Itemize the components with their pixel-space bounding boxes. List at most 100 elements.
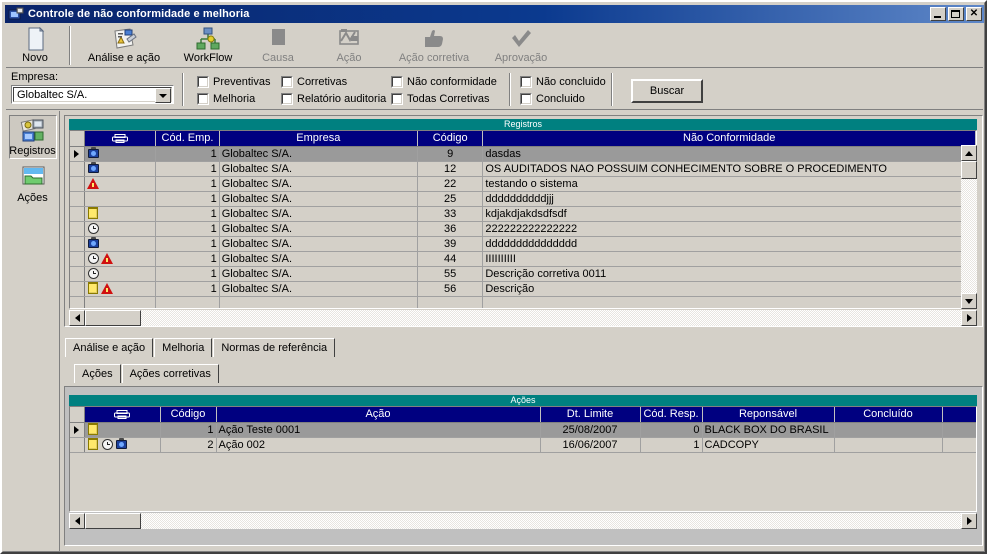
checkbox-nao-concluido[interactable]: Não concluido (520, 74, 606, 89)
sidebar-item-label: Registros (9, 145, 56, 157)
cell-cod-emp: 1 (155, 161, 220, 177)
col-acao[interactable]: Ação (216, 407, 541, 423)
tab-acoes[interactable]: Ações (74, 364, 121, 383)
checkbox-nao-conformidade[interactable]: Não conformidade (391, 74, 497, 89)
sidebar-item-acoes[interactable]: Ações (9, 163, 57, 205)
toolbar-button-novo[interactable]: Novo (6, 24, 64, 67)
table-row[interactable]: 1 Globaltec S/A. 9 dasdas (70, 146, 976, 162)
row-indicator (70, 422, 85, 438)
cell-empty (417, 296, 484, 308)
table-row[interactable]: 1 Globaltec S/A. 55 Descrição corretiva … (70, 266, 976, 282)
checkbox-label: Concluido (536, 92, 585, 105)
checkbox-label: Melhoria (213, 92, 256, 105)
titlebar[interactable]: Controle de não conformidade e melhoria … (5, 5, 984, 23)
table-row[interactable]: 2 Ação 002 16/06/2007 1 CADCOPY (70, 437, 976, 453)
scroll-left-button[interactable] (69, 513, 85, 529)
row-icons (84, 437, 161, 453)
cell-codigo: 22 (417, 176, 484, 192)
table-row[interactable]: 1 Ação Teste 0001 25/08/2007 0 BLACK BOX… (70, 422, 976, 438)
table-row[interactable]: 1 Globaltec S/A. 56 Descrição (70, 281, 976, 297)
checkbox-concluido[interactable]: Concluido (520, 91, 606, 106)
cell-empresa: Globaltec S/A. (219, 161, 418, 177)
tab-melhoria[interactable]: Melhoria (154, 338, 213, 357)
scroll-right-button[interactable] (961, 513, 977, 529)
col-nao-conformidade[interactable]: Não Conformidade (482, 131, 976, 147)
tab-analise-e-acao[interactable]: Análise e ação (65, 338, 154, 357)
registros-vertical-scrollbar[interactable] (961, 145, 977, 309)
checkbox-todas-corretivas[interactable]: Todas Corretivas (391, 91, 497, 106)
empresa-combobox[interactable]: Globaltec S/A. (11, 85, 174, 104)
camera-icon (87, 147, 100, 160)
scroll-right-button[interactable] (961, 310, 977, 326)
table-row[interactable]: 1 Globaltec S/A. 12 OS AUDITADOS NAO POS… (70, 161, 976, 177)
scroll-left-button[interactable] (69, 310, 85, 326)
col-codigo[interactable]: Código (160, 407, 217, 423)
scroll-track-horizontal[interactable] (141, 513, 961, 529)
cell-responsavel: BLACK BOX DO BRASIL (702, 422, 835, 438)
scroll-thumb-horizontal[interactable] (85, 310, 141, 326)
row-icons (84, 422, 161, 438)
scroll-down-button[interactable] (961, 293, 977, 309)
chevron-down-icon[interactable] (155, 88, 171, 103)
checkbox-corretivas[interactable]: Corretivas (281, 74, 386, 89)
toolbar-button-analise-e-acao[interactable]: Análise e ação (76, 24, 172, 67)
toolbar-button-aprovacao[interactable]: Aprovação (482, 24, 560, 67)
checkbox-preventivas[interactable]: Preventivas (197, 74, 270, 89)
note-icon (87, 438, 100, 451)
maximize-button[interactable] (948, 7, 964, 21)
printer-icon-header[interactable] (84, 131, 157, 147)
col-codigo[interactable]: Código (417, 131, 484, 147)
buscar-button[interactable]: Buscar (631, 79, 703, 103)
table-row[interactable]: 1 Globaltec S/A. 22 testando o sistema (70, 176, 976, 192)
checkbox-relatorio-auditoria[interactable]: Relatório auditoria (281, 91, 386, 106)
row-indicator (70, 296, 85, 308)
row-indicator (70, 176, 85, 192)
cell-concluido (834, 422, 943, 438)
col-concluido[interactable]: Concluído (834, 407, 943, 423)
cell-codigo: 56 (417, 281, 484, 297)
checkbox-melhoria[interactable]: Melhoria (197, 91, 270, 106)
cell-codigo: 9 (417, 146, 484, 162)
cell-nao-conformidade: ddddddddddddddd (482, 236, 976, 252)
cell-cod-emp: 1 (155, 191, 220, 207)
printer-icon-header[interactable] (84, 407, 161, 423)
col-responsavel[interactable]: Reponsável (702, 407, 835, 423)
col-empresa[interactable]: Empresa (219, 131, 418, 147)
row-selector-header (70, 407, 85, 423)
close-button[interactable]: ✕ (966, 7, 982, 21)
table-row[interactable]: 1 Globaltec S/A. 39 ddddddddddddddd (70, 236, 976, 252)
table-row[interactable]: 1 Globaltec S/A. 44 IIIIIIIIII (70, 251, 976, 267)
registros-header-row: Cód. Emp. Empresa Código Não Conformidad… (70, 131, 976, 147)
tab-normas-de-referencia[interactable]: Normas de referência (213, 338, 336, 357)
table-row[interactable]: 1 Globaltec S/A. 33 kdjakdjakdsdfsdf (70, 206, 976, 222)
cell-empresa: Globaltec S/A. (219, 251, 418, 267)
scroll-thumb-vertical[interactable] (961, 161, 977, 179)
row-indicator (70, 221, 85, 237)
registros-grid[interactable]: Cód. Emp. Empresa Código Não Conformidad… (69, 130, 977, 309)
cell-codigo: 2 (160, 437, 217, 453)
table-row[interactable]: 1 Globaltec S/A. 25 ddddddddddjjj (70, 191, 976, 207)
scroll-up-button[interactable] (961, 145, 977, 161)
scroll-track-vertical[interactable] (961, 179, 977, 293)
sidebar-item-registros[interactable]: Registros (8, 115, 57, 159)
table-row[interactable]: 1 Globaltec S/A. 36 222222222222222 (70, 221, 976, 237)
scroll-thumb-horizontal[interactable] (85, 513, 141, 529)
minimize-button[interactable] (930, 7, 946, 21)
toolbar-button-workflow[interactable]: WorkFlow (172, 24, 244, 67)
col-cod-emp[interactable]: Cód. Emp. (155, 131, 220, 147)
toolbar-button-acao[interactable]: Ação (312, 24, 386, 67)
registros-horizontal-scrollbar[interactable] (69, 310, 977, 326)
scroll-track-horizontal[interactable] (141, 310, 961, 326)
tab-acoes-corretivas[interactable]: Ações corretivas (121, 364, 219, 383)
toolbar-button-acao-corretiva[interactable]: Ação corretiva (386, 24, 482, 67)
col-dt-limite[interactable]: Dt. Limite (540, 407, 641, 423)
acoes-horizontal-scrollbar[interactable] (69, 513, 977, 529)
acoes-body: 1 Ação Teste 0001 25/08/2007 0 BLACK BOX… (70, 422, 976, 453)
warning-icon (100, 282, 114, 295)
toolbar-label: Causa (262, 52, 294, 64)
toolbar-button-causa[interactable]: Causa (244, 24, 312, 67)
col-cod-resp[interactable]: Cód. Resp. (640, 407, 703, 423)
acoes-grid[interactable]: Código Ação Dt. Limite Cód. Resp. Repons… (69, 406, 977, 512)
filter-bar: Empresa: Globaltec S/A. Preventivas Melh… (6, 69, 983, 110)
cell-acao: Ação 002 (216, 437, 541, 453)
